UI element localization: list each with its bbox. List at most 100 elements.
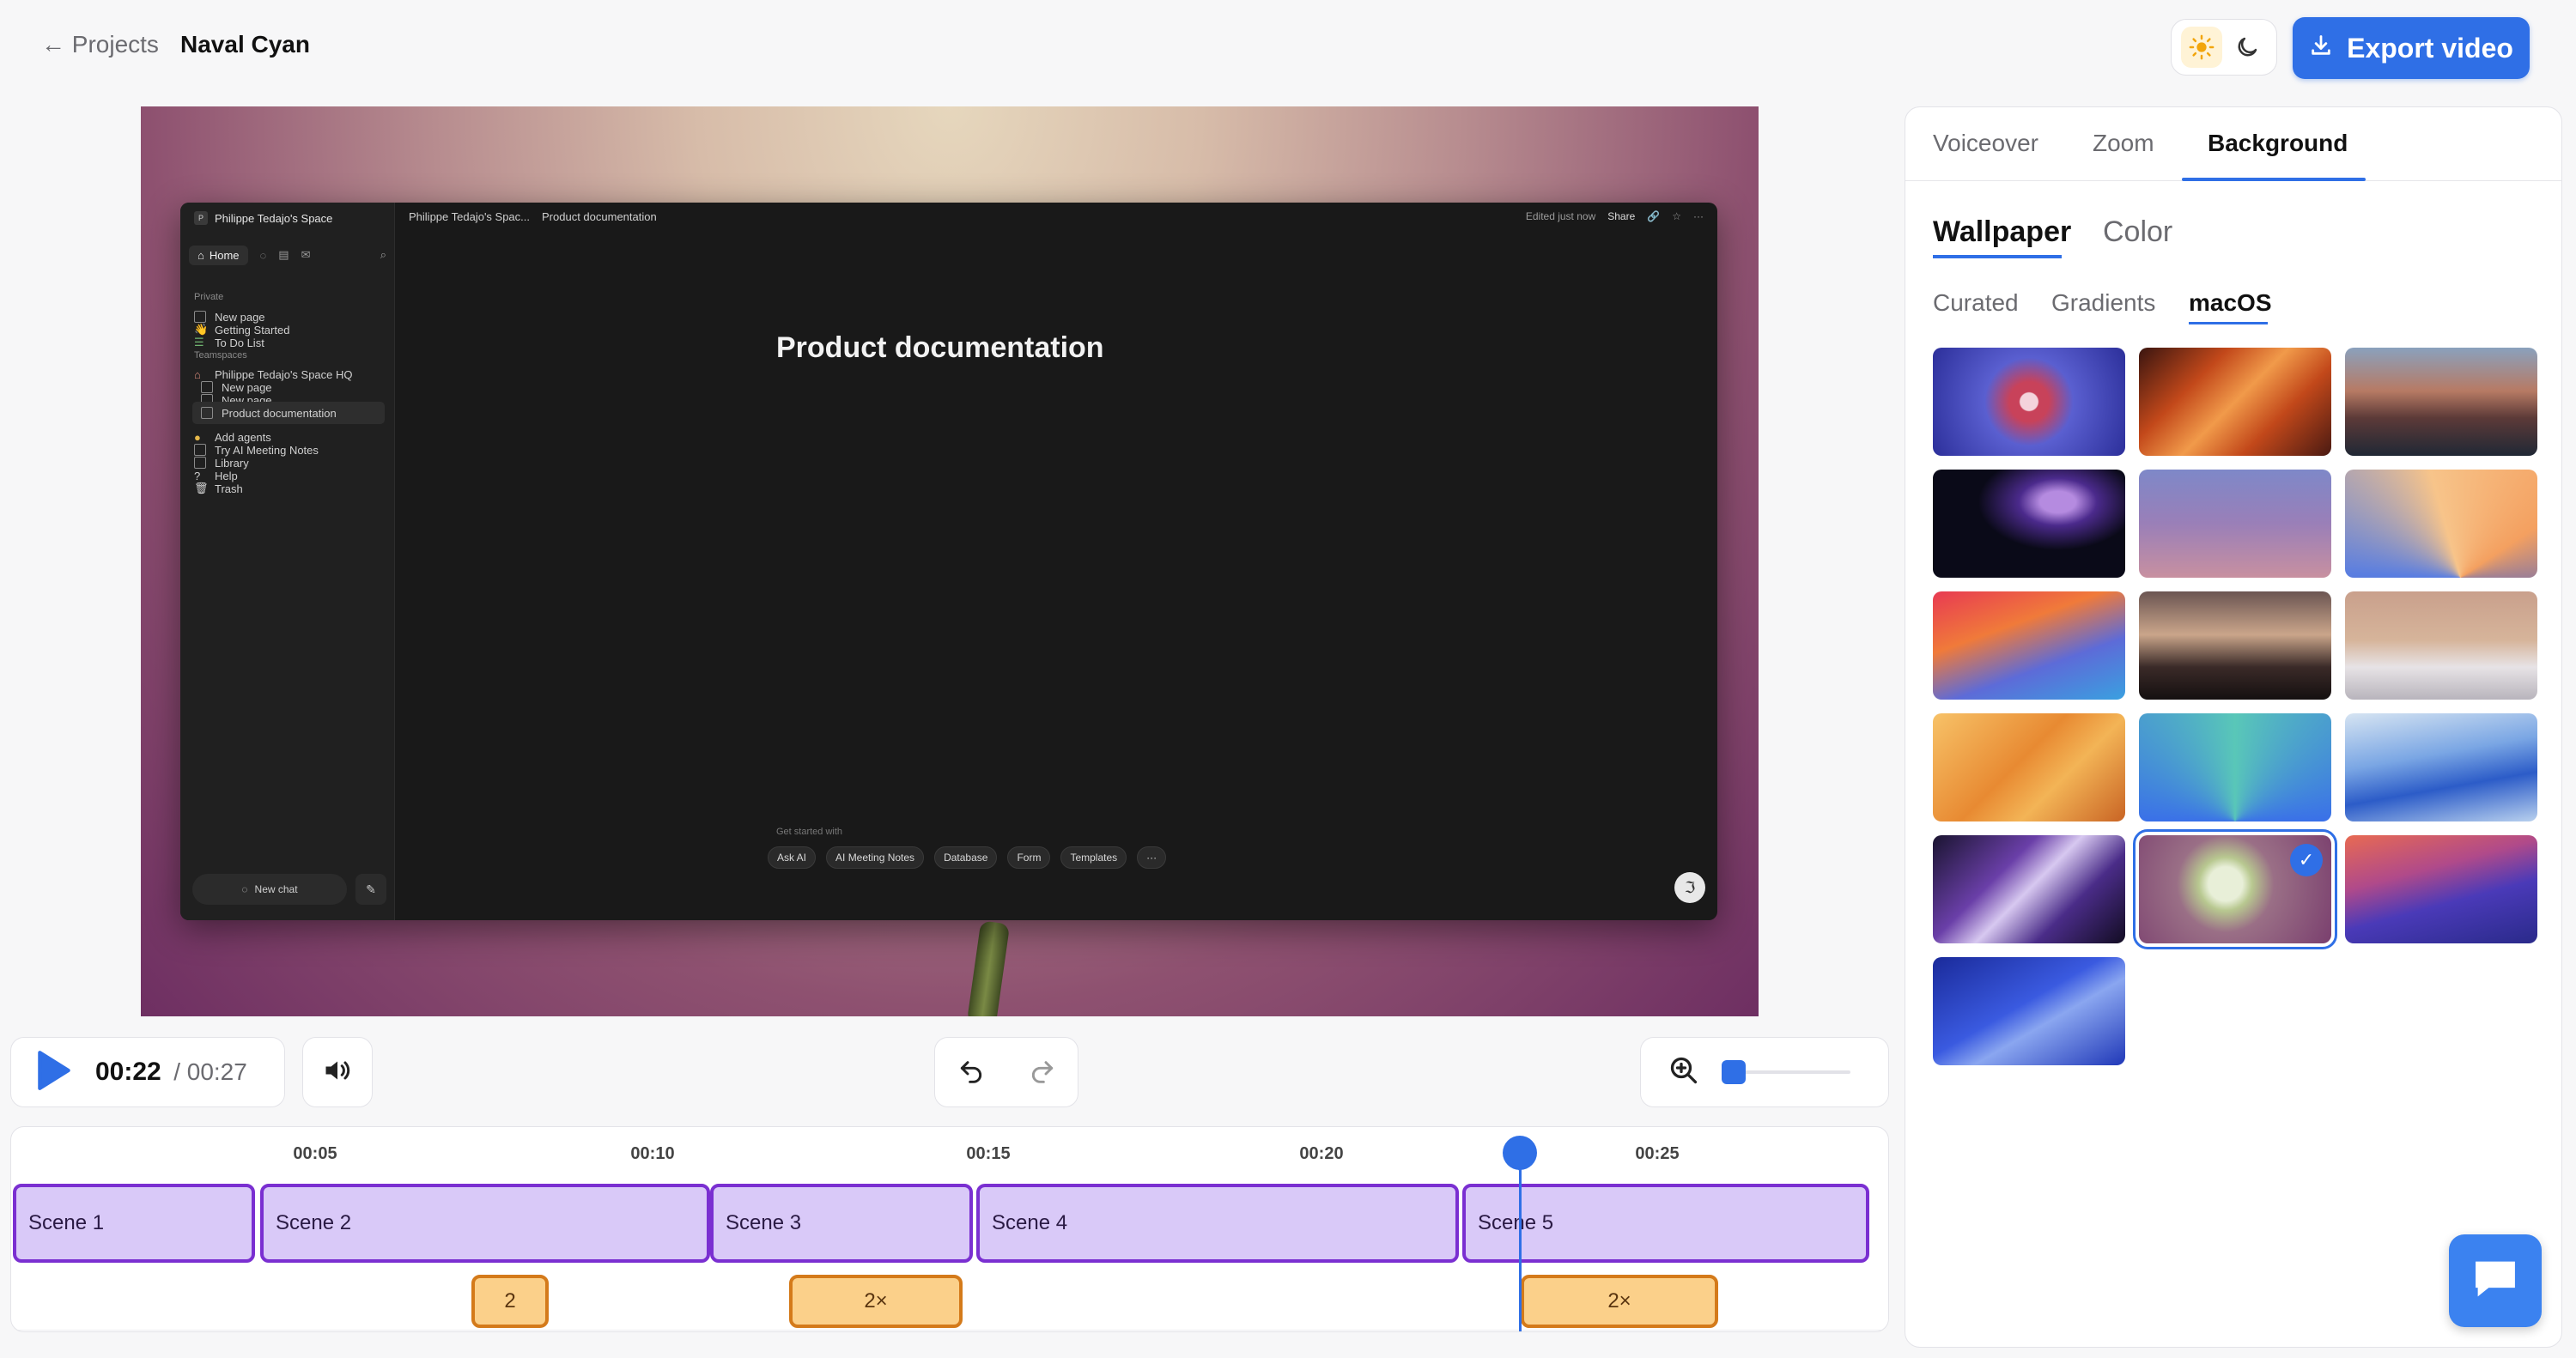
redo-icon[interactable] (1029, 1057, 1056, 1088)
search-small-icon: ⌕ (380, 248, 386, 261)
zoom-clip[interactable]: 2 (471, 1275, 549, 1328)
wallpaper-thumbnail[interactable] (2139, 348, 2331, 456)
playhead-line[interactable] (1519, 1151, 1522, 1331)
wallpaper-thumbnail[interactable] (1933, 713, 2125, 821)
subtab-color[interactable]: Color (2103, 215, 2172, 249)
support-chat-button[interactable] (2449, 1234, 2542, 1327)
undo-icon[interactable] (957, 1057, 985, 1088)
trash-icon: 🗑 (194, 482, 209, 494)
wallpaper-thumbnail[interactable] (2139, 470, 2331, 578)
tab-zoom[interactable]: Zoom (2093, 130, 2154, 157)
wallpaper-thumbnail[interactable] (2345, 835, 2537, 943)
timeline-tick: 00:25 (1635, 1144, 1680, 1163)
timeline-tick: 00:05 (293, 1144, 337, 1163)
project-name: Naval Cyan (180, 31, 310, 58)
chip: Database (934, 846, 998, 869)
current-time: 00:22 (95, 1058, 161, 1086)
video-preview: P Philippe Tedajo's Space ⌂ Home ◌ ▤ ✉ ⌕… (141, 106, 1759, 1016)
workspace-badge: P (194, 211, 208, 225)
tab-voiceover[interactable]: Voiceover (1933, 130, 2038, 157)
wallpaper-thumbnail[interactable] (1933, 835, 2125, 943)
recorded-sidebar: P Philippe Tedajo's Space ⌂ Home ◌ ▤ ✉ ⌕… (180, 203, 395, 920)
export-video-button[interactable]: Export video (2293, 17, 2530, 79)
chip: AI Meeting Notes (826, 846, 925, 869)
chat-small-icon: ◌ (259, 248, 267, 262)
zoom-in-icon[interactable] (1668, 1055, 1699, 1090)
wallpaper-thumbnail[interactable] (2139, 591, 2331, 700)
wallpaper-thumbnail[interactable] (2345, 713, 2537, 821)
wallpaper-flower-stem (966, 920, 1011, 1016)
active-category-indicator (2189, 322, 2268, 324)
scene-block[interactable]: Scene 2 (260, 1184, 710, 1263)
share-label: Share (1607, 210, 1636, 222)
sidebar-item: Product documentation (192, 402, 385, 424)
timeline-row-divider (11, 1330, 1888, 1331)
wallpaper-thumbnail-selected[interactable]: ✓ (2133, 829, 2337, 949)
theme-toggle[interactable] (2171, 19, 2277, 76)
chat-icon (2469, 1255, 2522, 1307)
scene-block[interactable]: Scene 1 (13, 1184, 255, 1263)
sidebar-item-label: To Do List (215, 336, 264, 349)
mail-small-icon: ✉ (301, 248, 311, 261)
more-icon: ··· (1693, 210, 1704, 222)
playback-controls: 00:22 / 00:27 (10, 1037, 285, 1107)
chip: ··· (1137, 846, 1167, 869)
wallpaper-thumbnail[interactable] (1933, 470, 2125, 578)
scene-block[interactable]: Scene 3 (710, 1184, 973, 1263)
active-subtab-indicator (1933, 255, 2062, 258)
recorded-doc-title: Product documentation (776, 331, 1104, 364)
sidebar-item-label: Trash (215, 482, 243, 495)
star-icon: ☆ (1672, 210, 1681, 222)
category-curated[interactable]: Curated (1933, 289, 2019, 317)
sidebar-item-label: Product documentation (222, 406, 337, 420)
wallpaper-thumbnail[interactable] (1933, 957, 2125, 1065)
zoom-slider-thumb[interactable] (1722, 1060, 1746, 1084)
moon-icon[interactable] (2227, 27, 2268, 68)
subtab-wallpaper[interactable]: Wallpaper (1933, 215, 2071, 249)
link-icon: 🔗 (1647, 210, 1661, 222)
recorded-help-icon: ℑ (1674, 872, 1705, 903)
top-header: ← Projects Naval Cyan Export video (0, 0, 2576, 94)
wallpaper-thumbnail[interactable] (1933, 348, 2125, 456)
back-to-projects-link[interactable]: ← Projects (41, 31, 159, 58)
panel-tabs: Voiceover Zoom Background (1905, 107, 2561, 181)
undo-redo-controls (934, 1037, 1078, 1107)
category-macos[interactable]: macOS (2189, 289, 2272, 317)
section-private-label: Private (194, 292, 224, 302)
category-gradients[interactable]: Gradients (2051, 289, 2155, 317)
home-row: ⌂ Home ◌ ▤ ✉ ⌕ (189, 244, 386, 266)
recorded-breadcrumb: Philippe Tedajo's Spac... Product docume… (409, 210, 657, 223)
active-tab-indicator (2182, 178, 2366, 181)
chat-small-icon: ◌ (241, 883, 248, 895)
section-teamspaces-label: Teamspaces (194, 350, 247, 361)
wallpaper-thumbnail[interactable] (1933, 591, 2125, 700)
new-chat-pill: ◌ New chat (192, 874, 347, 905)
recorded-topbar: Philippe Tedajo's Spac... Product docume… (395, 203, 1717, 228)
wallpaper-thumbnail[interactable] (2345, 348, 2537, 456)
sidebar-item: 🗑 Trash (194, 477, 386, 500)
scene-block[interactable]: Scene 5 (1462, 1184, 1869, 1263)
download-icon (2309, 33, 2333, 64)
doc-small-icon: ▤ (278, 248, 289, 261)
wallpaper-thumbnail[interactable] (2345, 470, 2537, 578)
zoom-clip[interactable]: 2× (1521, 1275, 1718, 1328)
settings-panel: Voiceover Zoom Background Wallpaper Colo… (1905, 106, 2562, 1348)
check-icon: ✓ (2290, 844, 2323, 876)
timeline-tick: 00:20 (1299, 1144, 1344, 1163)
total-time: / 00:27 (173, 1058, 247, 1085)
scene-block[interactable]: Scene 4 (976, 1184, 1459, 1263)
volume-button[interactable] (302, 1037, 373, 1107)
play-icon[interactable] (35, 1049, 73, 1096)
wallpaper-thumbnail[interactable] (2139, 713, 2331, 821)
zoom-clip[interactable]: 2× (789, 1275, 963, 1328)
home-label: Home (209, 248, 240, 262)
tab-background[interactable]: Background (2208, 130, 2348, 157)
sun-icon[interactable] (2180, 27, 2222, 68)
timeline-zoom-controls (1640, 1037, 1889, 1107)
crumb-page: Product documentation (542, 210, 657, 223)
playhead-pointer (1510, 1158, 1530, 1172)
zoom-slider[interactable] (1722, 1060, 1850, 1084)
wallpaper-thumbnail[interactable] (2345, 591, 2537, 700)
timeline[interactable]: 00:05 00:10 00:15 00:20 00:25 Scene 1 Sc… (10, 1126, 1889, 1332)
recorded-app-window: P Philippe Tedajo's Space ⌂ Home ◌ ▤ ✉ ⌕… (180, 203, 1717, 920)
